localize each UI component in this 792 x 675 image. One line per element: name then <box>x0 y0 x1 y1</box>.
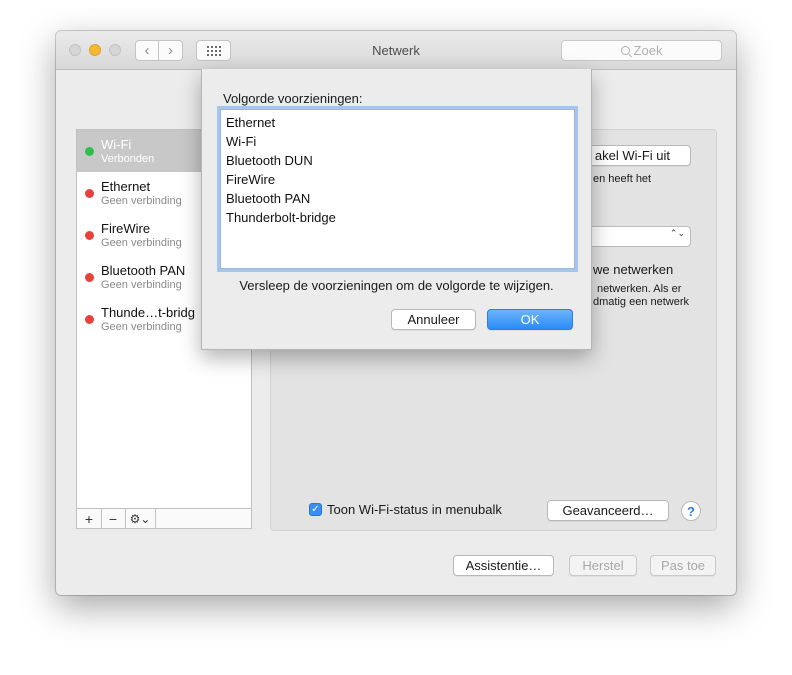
turn-wifi-off-button[interactable]: akel Wi-Fi uit <box>579 145 691 166</box>
reorder-hint: Versleep de voorzieningen om de volgorde… <box>239 278 554 293</box>
popup-arrows-icon: ⌃⌄ <box>669 228 685 238</box>
service-name: Wi-Fi <box>101 137 132 152</box>
service-name: Ethernet <box>101 179 151 194</box>
ask-join-networks-label: we netwerken <box>593 262 674 277</box>
service-name: Bluetooth PAN <box>101 263 186 278</box>
order-list-item[interactable]: Ethernet <box>226 115 275 130</box>
assist-me-button[interactable]: Assistentie… <box>453 555 554 576</box>
order-list-item[interactable]: Bluetooth PAN <box>226 191 310 206</box>
network-preferences-window: ‹ › Netwerk Zoek Wi-Fi Verbonden Etherne… <box>56 31 736 595</box>
action-menu-button[interactable]: ⚙⌄ <box>125 509 156 528</box>
service-name: FireWire <box>101 221 151 236</box>
service-status: Geen verbinding <box>101 321 182 333</box>
status-dot <box>85 315 94 324</box>
service-status: Geen verbinding <box>101 279 182 291</box>
service-status: Geen verbinding <box>101 195 182 207</box>
order-list-item[interactable]: Thunderbolt-bridge <box>226 210 336 225</box>
search-field[interactable]: Zoek <box>561 40 722 61</box>
service-status: Verbonden <box>101 153 155 165</box>
status-dot <box>85 189 94 198</box>
search-placeholder: Zoek <box>633 43 663 58</box>
add-service-button[interactable]: + <box>77 509 102 528</box>
service-order-list[interactable]: Ethernet Wi-Fi Bluetooth DUN FireWire Bl… <box>220 109 575 269</box>
status-dot <box>85 147 94 156</box>
service-order-label: Volgorde voorzieningen: <box>223 91 363 106</box>
revert-button[interactable]: Herstel <box>569 555 637 576</box>
checkmark-icon: ✓ <box>311 504 320 515</box>
status-dot <box>85 231 94 240</box>
cancel-button[interactable]: Annuleer <box>391 309 476 330</box>
search-icon <box>620 46 630 55</box>
service-status: Geen verbinding <box>101 237 182 249</box>
title-bar: ‹ › Netwerk Zoek <box>56 31 736 70</box>
order-list-item[interactable]: FireWire <box>226 172 275 187</box>
status-dot <box>85 273 94 282</box>
help-button[interactable]: ? <box>681 501 701 521</box>
turn-wifi-off-label: akel Wi-Fi uit <box>594 148 670 163</box>
service-list-toolbar: + − ⚙⌄ <box>77 508 251 528</box>
apply-button[interactable]: Pas toe <box>650 555 716 576</box>
show-wifi-status-checkbox[interactable]: ✓ <box>309 503 322 516</box>
remove-service-button[interactable]: − <box>101 509 126 528</box>
order-list-item[interactable]: Bluetooth DUN <box>226 153 313 168</box>
ask-join-description-line2: dmatig een netwerk <box>593 296 689 308</box>
show-wifi-status-label: Toon Wi-Fi-status in menubalk <box>327 502 502 517</box>
network-name-popup[interactable]: ⌃⌄ <box>579 226 691 247</box>
service-name: Thunde…t-bridg <box>101 305 195 320</box>
ok-button[interactable]: OK <box>487 309 573 330</box>
advanced-button[interactable]: Geavanceerd… <box>547 500 669 521</box>
ask-join-description-line1: netwerken. Als er <box>597 283 682 295</box>
service-order-sheet: Volgorde voorzieningen: Ethernet Wi-Fi B… <box>201 69 592 350</box>
status-description: en heeft het <box>593 173 652 185</box>
order-list-item[interactable]: Wi-Fi <box>226 134 256 149</box>
